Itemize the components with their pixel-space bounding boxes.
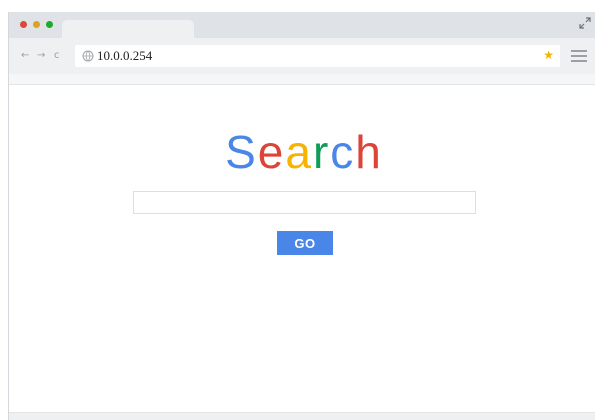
menu-bar [571,50,587,52]
browser-window: ← → c 10.0.0.254 ★ Search GO [8,12,595,420]
forward-arrow-icon[interactable]: → [37,50,45,62]
search-logo: Search [9,126,595,178]
minimize-window-button[interactable] [33,21,40,28]
maximize-window-button[interactable] [46,21,53,28]
close-window-button[interactable] [20,21,27,28]
go-button[interactable]: GO [277,231,333,255]
back-arrow-icon[interactable]: ← [21,50,29,62]
menu-bar [571,55,587,57]
globe-icon [82,50,94,62]
logo-letter: c [330,126,356,178]
menu-bar [571,60,587,62]
address-bar[interactable]: 10.0.0.254 ★ [75,45,560,67]
logo-letter: e [257,126,286,178]
address-url[interactable]: 10.0.0.254 [97,48,152,64]
title-bar [9,12,595,38]
browser-toolbar: ← → c 10.0.0.254 ★ [9,38,595,74]
logo-letter: r [312,126,331,178]
expand-icon[interactable] [579,17,591,29]
bookmark-star-icon[interactable]: ★ [543,47,554,63]
toolbar-divider [9,74,595,85]
status-bar [9,412,595,420]
browser-tab[interactable] [62,20,194,38]
logo-letter: h [355,126,383,178]
reload-icon[interactable]: c [54,50,60,62]
search-input[interactable] [133,191,476,214]
hamburger-menu-icon[interactable] [571,50,587,62]
page-content: Search GO [9,86,595,412]
logo-letter: S [225,126,258,178]
logo-letter: a [285,126,313,178]
